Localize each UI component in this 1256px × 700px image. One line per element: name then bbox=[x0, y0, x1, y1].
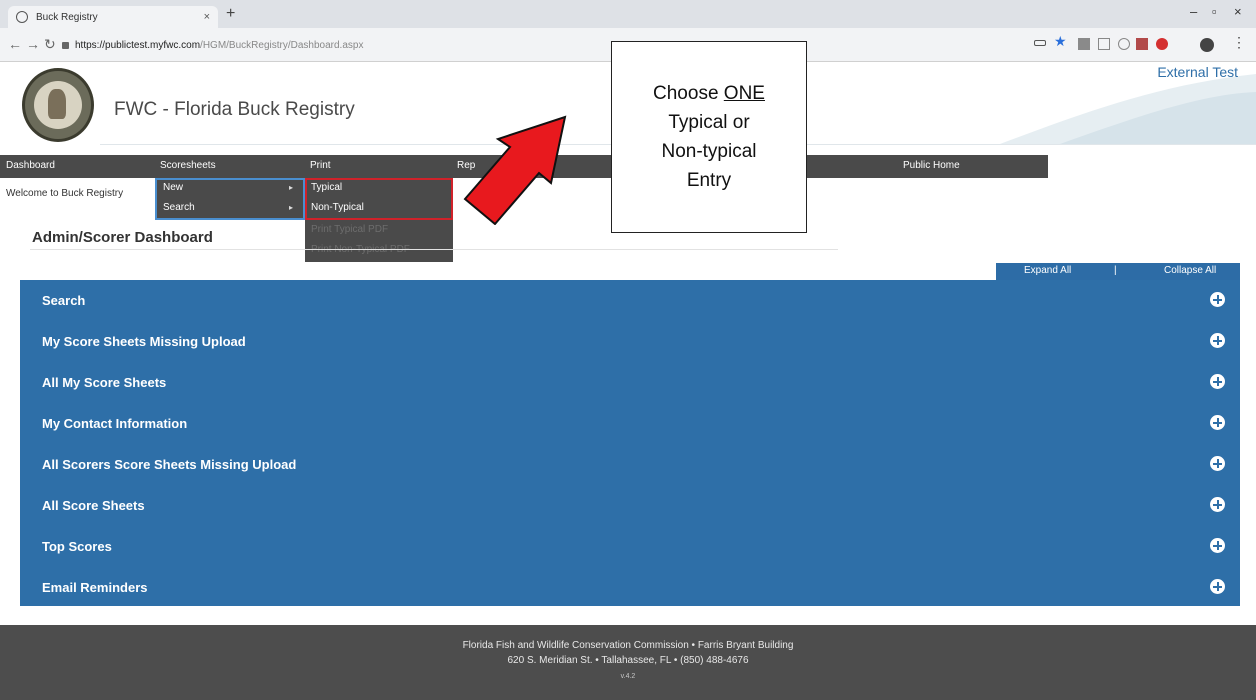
annotation-arrow bbox=[463, 115, 567, 225]
version-label: v.4.2 bbox=[620, 673, 636, 680]
collapse-all-link[interactable]: Collapse All bbox=[1164, 265, 1216, 276]
nav-public-home[interactable]: Public Home bbox=[903, 160, 960, 171]
circle-icon[interactable] bbox=[1118, 38, 1130, 50]
accordion-label: Email Reminders bbox=[42, 580, 148, 595]
footer-address-line2: 620 S. Meridian St. • Tallahassee, FL • … bbox=[507, 655, 749, 666]
environment-label: External Test bbox=[1157, 64, 1238, 80]
accordion-row-my-score-sheets[interactable]: All My Score Sheets bbox=[20, 362, 1240, 402]
browser-tab[interactable]: Buck Registry × bbox=[8, 6, 218, 28]
highlight-box bbox=[305, 178, 453, 220]
expand-all-link[interactable]: Expand All bbox=[1024, 265, 1071, 276]
accordion-label: Search bbox=[42, 293, 86, 308]
plus-circle-icon[interactable] bbox=[1210, 579, 1225, 594]
accordion-row-missing-upload[interactable]: My Score Sheets Missing Upload bbox=[20, 321, 1240, 361]
callout-text: Choose bbox=[653, 83, 724, 104]
close-tab-icon[interactable]: × bbox=[204, 11, 210, 23]
page-title: Admin/Scorer Dashboard bbox=[32, 229, 213, 246]
menu-item-print-typical-pdf: Print Typical PDF bbox=[311, 224, 389, 235]
extension-icon[interactable] bbox=[1078, 38, 1090, 50]
fwc-logo bbox=[22, 68, 94, 142]
extension-red-icon[interactable] bbox=[1136, 38, 1148, 50]
title-divider bbox=[30, 249, 838, 250]
submenu-arrow-icon: ▸ bbox=[288, 183, 293, 192]
deer-emblem-icon bbox=[34, 81, 82, 129]
more-menu-icon[interactable]: ⋮ bbox=[1232, 35, 1246, 51]
callout-text: Non-typical bbox=[661, 141, 757, 162]
menu-item-new[interactable]: New bbox=[163, 182, 183, 193]
nav-scoresheets[interactable]: Scoresheets bbox=[160, 160, 216, 171]
new-tab-button[interactable]: + bbox=[226, 5, 235, 23]
separator: | bbox=[1114, 265, 1117, 276]
accordion-label: All Scorers Score Sheets Missing Upload bbox=[42, 457, 297, 472]
accordion-row-all-score-sheets[interactable]: All Score Sheets bbox=[20, 485, 1240, 525]
menu-item-search[interactable]: Search bbox=[163, 202, 195, 213]
footer-address-line1: Florida Fish and Wildlife Conservation C… bbox=[462, 640, 794, 651]
document-icon[interactable] bbox=[1098, 38, 1110, 50]
accordion-row-top-scores[interactable]: Top Scores bbox=[20, 526, 1240, 566]
minimize-icon[interactable]: – bbox=[1190, 4, 1197, 19]
scoresheets-dropdown: New ▸ Search ▸ bbox=[155, 178, 305, 220]
callout-text: Entry bbox=[686, 170, 732, 191]
accordion-label: Top Scores bbox=[42, 539, 112, 554]
welcome-text: Welcome to Buck Registry bbox=[6, 188, 124, 199]
submenu-arrow-icon: ▸ bbox=[288, 203, 293, 212]
key-icon[interactable] bbox=[1034, 40, 1046, 46]
pinterest-icon[interactable] bbox=[1156, 38, 1168, 50]
lock-icon bbox=[62, 41, 69, 49]
tab-title: Buck Registry bbox=[36, 11, 98, 23]
callout-text: Typical or bbox=[668, 112, 750, 133]
plus-circle-icon[interactable] bbox=[1210, 456, 1225, 471]
expand-collapse-bar: Expand All | Collapse All bbox=[996, 263, 1240, 280]
plus-circle-icon[interactable] bbox=[1210, 538, 1225, 553]
accordion-row-search[interactable]: Search bbox=[20, 280, 1240, 320]
plus-circle-icon[interactable] bbox=[1210, 292, 1225, 307]
nav-dashboard[interactable]: Dashboard bbox=[6, 160, 55, 171]
plus-circle-icon[interactable] bbox=[1210, 333, 1225, 348]
star-icon[interactable]: ★ bbox=[1054, 34, 1068, 48]
header-swoosh-decoration bbox=[1000, 74, 1256, 144]
page-footer: Florida Fish and Wildlife Conservation C… bbox=[0, 625, 1256, 700]
instruction-callout: Choose ONE Typical or Non-typical Entry bbox=[611, 41, 807, 233]
nav-print[interactable]: Print bbox=[310, 160, 331, 171]
profile-avatar-icon[interactable] bbox=[1200, 38, 1214, 52]
accordion-label: All My Score Sheets bbox=[42, 375, 167, 390]
browser-tab-strip: Buck Registry × + – ▫ × bbox=[0, 0, 1256, 28]
window-close-icon[interactable]: × bbox=[1234, 4, 1242, 19]
accordion-label: My Score Sheets Missing Upload bbox=[42, 334, 246, 349]
accordion-label: All Score Sheets bbox=[42, 498, 145, 513]
accordion-row-email-reminders[interactable]: Email Reminders bbox=[20, 567, 1240, 607]
url-path: /HGM/BuckRegistry/Dashboard.aspx bbox=[200, 39, 364, 51]
dashboard-accordion: Search My Score Sheets Missing Upload Al… bbox=[20, 280, 1240, 606]
callout-emphasis: ONE bbox=[723, 83, 765, 104]
site-brand: FWC - Florida Buck Registry bbox=[114, 99, 355, 120]
maximize-icon[interactable]: ▫ bbox=[1212, 4, 1217, 19]
address-bar[interactable]: https://publictest.myfwc.com/HGM/BuckReg… bbox=[62, 34, 1022, 56]
forward-icon[interactable]: → bbox=[26, 36, 40, 52]
plus-circle-icon[interactable] bbox=[1210, 374, 1225, 389]
plus-circle-icon[interactable] bbox=[1210, 415, 1225, 430]
url-host: https://publictest.myfwc.com bbox=[75, 39, 201, 51]
back-icon[interactable]: ← bbox=[8, 36, 22, 52]
globe-icon bbox=[16, 11, 28, 23]
accordion-label: My Contact Information bbox=[42, 416, 188, 431]
plus-circle-icon[interactable] bbox=[1210, 497, 1225, 512]
reload-icon[interactable]: ↻ bbox=[44, 36, 56, 53]
accordion-row-all-missing-upload[interactable]: All Scorers Score Sheets Missing Upload bbox=[20, 444, 1240, 484]
accordion-row-contact-info[interactable]: My Contact Information bbox=[20, 403, 1240, 443]
